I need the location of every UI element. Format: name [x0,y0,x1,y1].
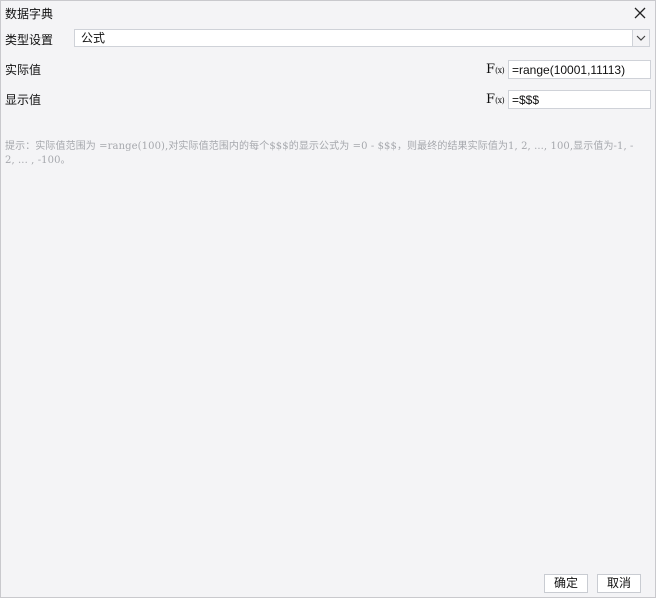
type-setting-value: 公式 [81,31,106,45]
cancel-button[interactable]: 取消 [597,574,641,593]
data-dictionary-dialog: 数据字典 类型设置 公式 实际值 F(x) =range(10001,11113… [0,0,656,598]
type-setting-label: 类型设置 [5,33,54,47]
display-value-label: 显示值 [5,93,42,107]
actual-value-label: 实际值 [5,63,42,77]
chevron-down-icon [636,35,646,41]
actual-value-fx-icon[interactable]: F(x) [486,63,505,77]
display-value-fx-icon[interactable]: F(x) [486,93,505,107]
actual-value-formula-field[interactable]: =range(10001,11113) [508,60,651,79]
type-setting-dropdown-button[interactable] [632,30,649,46]
title-bar: 数据字典 [1,1,655,27]
close-icon[interactable] [631,4,649,22]
hint-text: 提示：实际值范围为 =range(100),对实际值范围内的每个$$$的显示公式… [5,141,634,166]
dialog-title: 数据字典 [5,7,54,21]
type-setting-select[interactable]: 公式 [74,29,650,47]
ok-button[interactable]: 确定 [544,574,588,593]
display-value-formula-field[interactable]: =$$$ [508,90,651,109]
